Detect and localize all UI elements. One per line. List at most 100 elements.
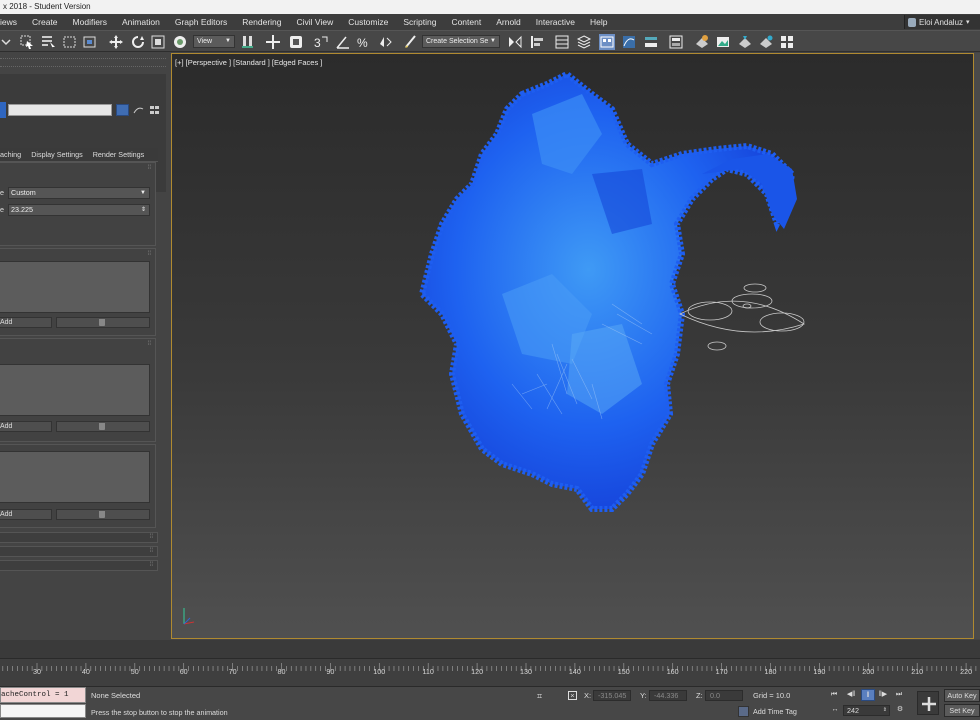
menu-graph-editors[interactable]: Graph Editors	[169, 14, 236, 30]
snaps-toggle-icon[interactable]: 3	[313, 34, 329, 50]
pivot-point-icon[interactable]	[240, 34, 256, 50]
time-slider[interactable]	[0, 640, 980, 658]
trash-icon	[99, 423, 105, 430]
menu-create[interactable]: Create	[26, 14, 67, 30]
menu-content[interactable]: Content	[445, 14, 490, 30]
menu-animation[interactable]: Animation	[116, 14, 169, 30]
rendered-frame-window-icon[interactable]	[715, 34, 731, 50]
size-spinner[interactable]: 23.225 ⇕	[8, 204, 150, 216]
percent-snap-icon[interactable]: %	[356, 34, 372, 50]
rotate-icon[interactable]	[130, 34, 146, 50]
move-icon[interactable]	[108, 34, 124, 50]
tab-caching[interactable]: aching	[0, 148, 27, 161]
select-by-name-icon[interactable]	[40, 34, 56, 50]
tab-display-settings[interactable]: Display Settings	[27, 148, 89, 161]
schematic-view-icon[interactable]	[643, 34, 659, 50]
reference-coordinate-dropdown[interactable]: View ▼	[193, 35, 235, 48]
set-key-big-button[interactable]	[917, 691, 939, 715]
render-iterative-icon[interactable]	[758, 34, 774, 50]
menu-scripting[interactable]: Scripting	[397, 14, 445, 30]
chevron-down-icon[interactable]	[0, 34, 16, 50]
angle-snap-icon[interactable]	[335, 34, 351, 50]
delete-button[interactable]	[56, 421, 150, 432]
add-button[interactable]: Add	[0, 509, 52, 520]
window-crossing-icon[interactable]	[82, 34, 98, 50]
perspective-viewport[interactable]: [+] [Perspective ] [Standard ] [Edged Fa…	[171, 53, 974, 639]
ribbon-toggle-icon[interactable]	[599, 34, 615, 50]
previous-frame-icon[interactable]: ◀‖	[844, 689, 858, 701]
menu-modifiers[interactable]: Modifiers	[67, 14, 116, 30]
auto-key-button[interactable]: Auto Key	[944, 689, 980, 702]
frame-tick-label: 110	[422, 667, 434, 676]
item-list-1[interactable]	[0, 261, 150, 313]
collapsed-rollout[interactable]: ⁞⁞	[0, 546, 158, 557]
material-editor-icon[interactable]	[668, 34, 684, 50]
x-coordinate-field[interactable]: -315.045	[593, 690, 631, 701]
object-name-field[interactable]	[8, 104, 112, 116]
menu-civil-view[interactable]: Civil View	[291, 14, 343, 30]
set-key-button[interactable]: Set Key	[944, 704, 980, 717]
render-grid-icon[interactable]	[779, 34, 795, 50]
named-selection-set-dropdown[interactable]: Create Selection Se ▼	[422, 35, 500, 48]
place-icon[interactable]	[172, 34, 188, 50]
isolate-selection-icon[interactable]: ⌗	[537, 691, 542, 702]
collapsed-rollout[interactable]: ⁞⁞	[0, 560, 158, 571]
collapsed-rollout[interactable]: ⁞⁞	[0, 532, 158, 543]
edit-named-selection-icon[interactable]	[403, 34, 419, 50]
go-to-start-icon[interactable]: ⏮	[827, 689, 841, 701]
stop-button[interactable]: ‖	[861, 689, 875, 701]
item-list-3[interactable]	[0, 451, 150, 503]
viewport-label-menu[interactable]: [+] [Perspective ] [Standard ] [Edged Fa…	[175, 58, 322, 67]
panel-grip[interactable]	[0, 66, 166, 69]
z-coordinate-field[interactable]: 0.0	[705, 690, 743, 701]
track-bar[interactable]: 30 40 50 60 70 80 90 100 110 120 130 140 150 160 170 18…	[0, 658, 980, 686]
user-account-button[interactable]: Eloi Andaluz ▾	[904, 15, 980, 29]
maxscript-listener-input[interactable]: acheControl = 1	[0, 687, 86, 703]
rollout-grip-icon[interactable]: ⁞⁞	[148, 251, 151, 257]
frame-tick-label: 100	[373, 667, 386, 676]
render-production-icon[interactable]	[737, 34, 753, 50]
panel-grip[interactable]	[0, 58, 166, 61]
time-configuration-icon[interactable]: ⚙	[893, 704, 907, 716]
menu-help[interactable]: Help	[584, 14, 616, 30]
type-dropdown[interactable]: Custom ▼	[8, 187, 150, 199]
y-coordinate-field[interactable]: -44.336	[649, 690, 687, 701]
spinner-snap-icon[interactable]	[377, 34, 393, 50]
lock-selection-icon[interactable]: ×	[568, 691, 577, 700]
pin-stack-icon[interactable]	[116, 104, 129, 116]
scene-explorer-icon[interactable]	[554, 34, 570, 50]
configure-modifier-sets-icon[interactable]	[148, 104, 161, 116]
layer-explorer-icon[interactable]	[576, 34, 592, 50]
select-manipulate-icon[interactable]	[265, 34, 281, 50]
rollout-grip-icon[interactable]: ⁞⁞	[148, 165, 151, 171]
rollout-grip-icon[interactable]: ⁞⁞	[148, 341, 151, 347]
next-frame-icon[interactable]: ‖▶	[876, 689, 890, 701]
menu-arnold[interactable]: Arnold	[490, 14, 530, 30]
rectangular-selection-icon[interactable]	[62, 34, 78, 50]
add-button[interactable]: Add	[0, 421, 52, 432]
maxscript-output[interactable]	[0, 704, 86, 718]
menu-views[interactable]: iews	[0, 14, 26, 30]
select-object-icon[interactable]	[19, 34, 35, 50]
curve-editor-icon[interactable]	[621, 34, 637, 50]
show-end-result-icon[interactable]	[132, 104, 145, 116]
render-setup-icon[interactable]	[694, 34, 710, 50]
mirror-icon[interactable]	[507, 34, 523, 50]
delete-button[interactable]	[56, 509, 150, 520]
add-button[interactable]: Add	[0, 317, 52, 328]
menu-interactive[interactable]: Interactive	[530, 14, 584, 30]
keyboard-shortcut-icon[interactable]	[288, 34, 304, 50]
align-icon[interactable]	[529, 34, 545, 50]
current-frame-field[interactable]: 242 ⇕	[843, 705, 890, 716]
named-selection-set-value: Create Selection Se	[426, 38, 489, 45]
item-list-2[interactable]	[0, 364, 150, 416]
tab-render-settings[interactable]: Render Settings	[89, 148, 151, 161]
time-config-arrows-icon[interactable]: ↔	[828, 704, 842, 716]
add-time-tag-button[interactable]: Add Time Tag	[738, 705, 797, 718]
menu-rendering[interactable]: Rendering	[236, 14, 290, 30]
object-color-swatch[interactable]	[0, 102, 6, 118]
go-to-end-icon[interactable]: ⏭	[892, 689, 906, 701]
delete-button[interactable]	[56, 317, 150, 328]
menu-customize[interactable]: Customize	[342, 14, 397, 30]
scale-icon[interactable]	[150, 34, 166, 50]
